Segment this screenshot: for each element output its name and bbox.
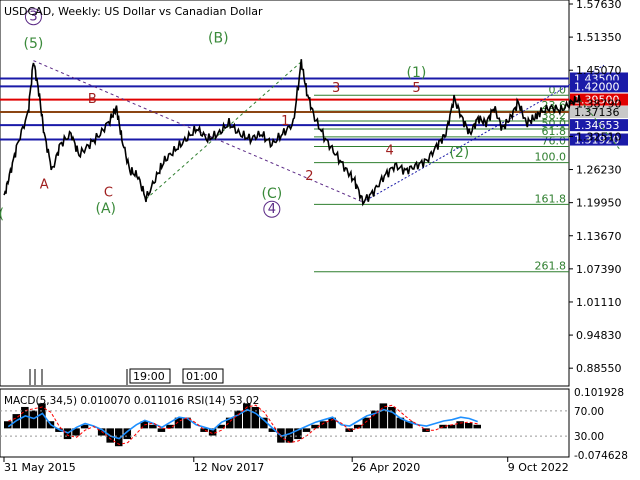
chart-title: USDCAD, Weekly: US Dollar vs Canadian Do… bbox=[4, 5, 263, 18]
fib-label: 76.0 bbox=[542, 134, 567, 147]
y-tick-label: 1.45070 bbox=[576, 64, 622, 77]
x-tick-label: 31 May 2015 bbox=[4, 461, 76, 474]
y-tick-label: 1.57630 bbox=[576, 0, 622, 11]
wave-label: B bbox=[88, 92, 97, 107]
y-tick-label: 1.38790 bbox=[576, 97, 622, 110]
wave-label: (5) bbox=[24, 36, 44, 52]
macd-bar bbox=[464, 423, 473, 429]
wave-label: (2) bbox=[449, 145, 469, 161]
wave-label: 4 bbox=[386, 143, 394, 158]
indicator-tick-label: 0.101928 bbox=[574, 387, 624, 399]
timeframe-label: 01:00 bbox=[186, 370, 218, 383]
x-tick-label: 26 Apr 2020 bbox=[352, 461, 420, 474]
macd-bar bbox=[302, 428, 311, 432]
wave-label: (B) bbox=[208, 30, 229, 46]
wave-label: 3 bbox=[332, 81, 340, 96]
wave-label: C bbox=[104, 186, 113, 201]
wave-label: 1 bbox=[281, 114, 289, 129]
y-tick-label: 1.07390 bbox=[576, 263, 622, 276]
x-tick-label: 12 Nov 2017 bbox=[194, 461, 264, 474]
wave-label: 2 bbox=[305, 169, 313, 184]
y-tick-label: 1.26230 bbox=[576, 164, 622, 177]
wave-label: 5 bbox=[412, 81, 420, 96]
macd-bar bbox=[353, 424, 362, 429]
y-tick-label: 1.51350 bbox=[576, 31, 622, 44]
y-tick-label: 1.13670 bbox=[576, 230, 622, 243]
chart-window: 0.0 23.6 38.2 50.0 61.8 76.0 100.0 161.8 261.8 1… bbox=[0, 0, 640, 480]
wave-label: 4 bbox=[268, 202, 276, 217]
timeframe-label: 19:00 bbox=[133, 370, 165, 383]
macd-bar bbox=[149, 424, 157, 429]
macd-bar bbox=[388, 406, 396, 429]
chart-canvas: 0.023.638.250.061.876.0100.0161.8261.8 1… bbox=[0, 0, 628, 474]
y-tick-label: 1.19950 bbox=[576, 197, 622, 210]
indicator-tick-label: -0.074628 bbox=[574, 450, 628, 462]
macd-bar bbox=[456, 421, 464, 429]
x-axis: 31 May 2015 12 Nov 2017 26 Apr 2020 9 Oct 2… bbox=[3, 457, 569, 474]
macd-bar bbox=[63, 428, 72, 440]
wave-label: A bbox=[40, 177, 49, 192]
y-tick-label: 0.94830 bbox=[576, 329, 622, 342]
indicator-tick-label: 30.00 bbox=[574, 431, 604, 443]
macd-bar bbox=[319, 421, 328, 429]
y-tick-label: 0.88550 bbox=[576, 362, 622, 375]
y-tick-label: 1.32510 bbox=[576, 130, 622, 143]
macd-bar bbox=[379, 403, 388, 429]
macd-bar bbox=[251, 406, 260, 429]
fib-label: 161.8 bbox=[535, 192, 567, 205]
fib-label: 0.0 bbox=[549, 83, 567, 96]
y-axis: 1.57630 1.51350 1.45070 1.38790 1.32510 1.262… bbox=[569, 0, 622, 375]
macd-bar bbox=[157, 428, 166, 432]
wave-label: (1) bbox=[407, 65, 427, 81]
macd-bar bbox=[29, 410, 38, 429]
wave-label: ( bbox=[0, 207, 4, 223]
fib-label: 261.8 bbox=[535, 260, 567, 273]
x-tick-label: 9 Oct 2022 bbox=[508, 461, 569, 474]
macd-bar bbox=[473, 424, 481, 429]
macd-bar bbox=[285, 428, 294, 443]
y-tick-label: 1.01110 bbox=[576, 296, 622, 309]
indicator-tick-label: 70.00 bbox=[574, 406, 604, 418]
main-plot-frame bbox=[0, 0, 570, 387]
wave-label: (A) bbox=[96, 201, 117, 217]
fib-label: 100.0 bbox=[535, 151, 567, 164]
wave-label: (C) bbox=[261, 186, 282, 202]
level-price-label: 1.42000 bbox=[574, 80, 620, 93]
indicator-label: MACD(5,34,5) 0.010070 0.011016 RSI(14) 5… bbox=[4, 395, 259, 407]
